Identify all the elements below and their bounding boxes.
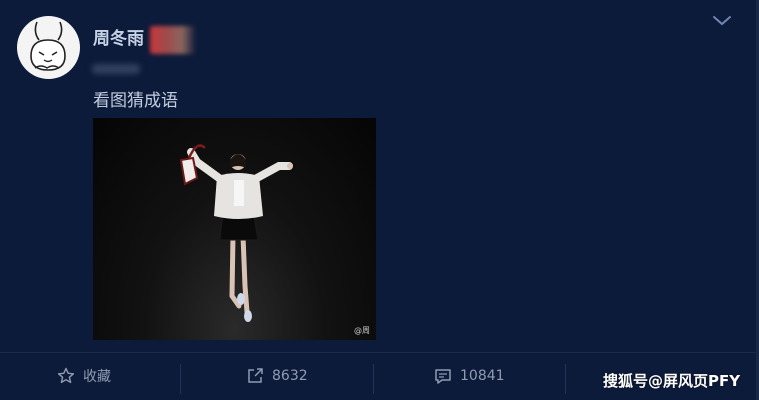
repost-button[interactable]: 8632 [246, 352, 308, 400]
action-separator [180, 364, 181, 394]
action-separator [565, 364, 566, 394]
repost-count: 8632 [272, 368, 308, 384]
post-image[interactable]: @周 [93, 118, 376, 340]
blurred-post-meta [92, 64, 140, 74]
comment-icon [435, 369, 451, 384]
site-watermark: 搜狐号@屏风页PFY [603, 372, 741, 390]
weibo-post-card: 周冬雨 看图猜成语 @周 收藏 8632 10841 搜狐号@屏风页PFY [0, 0, 759, 400]
post-text: 看图猜成语 [93, 91, 178, 111]
repost-icon [248, 368, 263, 383]
author-avatar[interactable] [17, 16, 80, 79]
chevron-down-icon[interactable] [711, 12, 733, 30]
action-separator [373, 364, 374, 394]
favorite-label: 收藏 [83, 369, 111, 385]
blurred-verified-badge [150, 26, 196, 54]
comment-count: 10841 [460, 368, 505, 384]
star-icon [57, 367, 75, 384]
favorite-button[interactable]: 收藏 [57, 352, 111, 400]
image-watermark: @周 [354, 326, 370, 335]
rabbit-avatar-icon [30, 21, 66, 71]
action-bar-divider [0, 352, 759, 353]
dancing-figure-illustration [179, 144, 293, 322]
comment-button[interactable]: 10841 [434, 352, 505, 400]
author-name[interactable]: 周冬雨 [93, 24, 144, 49]
